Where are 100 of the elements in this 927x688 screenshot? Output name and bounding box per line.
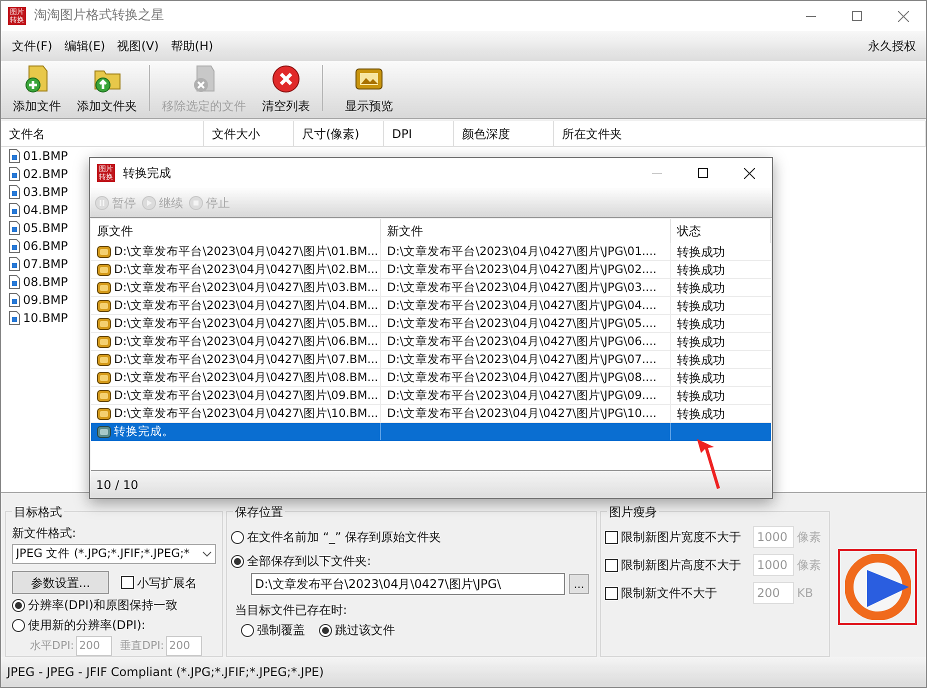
clear-icon [270, 63, 302, 95]
result-row[interactable]: D:\文章发布平台\2023\04月\0427\图片\04.BM... D:\文章发布平台\2023\04月\0427\图片\JPG\04.... 转换成功 [91, 297, 771, 315]
menu-item[interactable]: 帮助(H) [164, 37, 220, 55]
image-file-icon [9, 239, 20, 253]
image-file-icon [9, 167, 20, 181]
result-row[interactable]: D:\文章发布平台\2023\04月\0427\图片\02.BM... D:\文章发布平台\2023\04月\0427\图片\JPG\02.... 转换成功 [91, 261, 771, 279]
radio-label: 强制覆盖 [257, 622, 305, 639]
radio-button[interactable] [241, 624, 254, 636]
result-row[interactable]: D:\文章发布平台\2023\04月\0427\图片\06.BM... D:\文章发布平台\2023\04月\0427\图片\JPG\06.... 转换成功 [91, 333, 771, 351]
result-row[interactable]: D:\文章发布平台\2023\04月\0427\图片\05.BM... D:\文章发布平台\2023\04月\0427\图片\JPG\05.... 转换成功 [91, 315, 771, 333]
column-header[interactable]: 尺寸(像素) [294, 121, 384, 146]
field-label: 新文件格式: [12, 525, 78, 542]
column-header[interactable]: 文件名 [1, 121, 204, 146]
table-cell: 转换成功 [677, 334, 725, 348]
toolbar-button[interactable]: 添加文件 [5, 63, 69, 115]
file-status-icon [97, 264, 111, 276]
unit-label: 像素 [797, 557, 821, 574]
checkbox[interactable] [121, 576, 134, 589]
license-label: 永久授权 [868, 38, 917, 55]
table-cell-text: 03.BMP [23, 184, 68, 201]
toolbar-button[interactable]: 清空列表 [254, 63, 318, 115]
start-button[interactable] [844, 554, 910, 620]
image-file-icon [9, 257, 20, 271]
table-cell: 转换成功 [677, 244, 725, 258]
table-cell-text: D:\文章发布平台\2023\04月\0427\图片\JPG\02.... [387, 260, 657, 278]
stop-icon [189, 196, 203, 210]
table-cell-text: D:\文章发布平台\2023\04月\0427\图片\JPG\10.... [387, 404, 657, 422]
table-cell-text: D:\文章发布平台\2023\04月\0427\图片\10.BM... [114, 404, 378, 422]
checkbox-label: 限制新图片宽度不大于 [621, 529, 741, 546]
field-label: 水平DPI: [30, 638, 74, 654]
field-label: 垂直DPI: [120, 638, 164, 654]
column-header[interactable]: DPI [384, 121, 454, 146]
radio-button[interactable] [231, 530, 244, 544]
close-icon [898, 10, 908, 22]
column-header[interactable]: 新文件 [381, 219, 671, 243]
result-row[interactable]: 转换完成。 [91, 423, 771, 441]
checkbox[interactable] [605, 558, 618, 572]
result-row[interactable]: D:\文章发布平台\2023\04月\0427\图片\01.BM... D:\文章发布平台\2023\04月\0427\图片\JPG\01.... 转换成功 [91, 243, 771, 261]
radio-button[interactable] [12, 598, 25, 612]
image-file-icon [9, 293, 20, 307]
table-cell: 转换成功 [677, 388, 725, 402]
checkbox-label: 小写扩展名 [137, 574, 197, 592]
folder-field[interactable]: D:\文章发布平台\2023\04月\0427\图片\JPG\ [251, 573, 565, 595]
radio-label: 使用新的分辨率(DPI): [28, 617, 146, 634]
radio-label: 跳过该文件 [335, 622, 395, 639]
checkbox[interactable] [605, 586, 618, 600]
file-status-icon [97, 390, 111, 402]
image-file-icon [9, 275, 20, 289]
play-icon [844, 554, 910, 620]
menu-item[interactable]: 视图(V) [111, 37, 165, 55]
menu-item[interactable]: 编辑(E) [58, 37, 112, 55]
table-cell: 转换成功 [677, 262, 725, 276]
result-row[interactable]: D:\文章发布平台\2023\04月\0427\图片\07.BM... D:\文章发布平台\2023\04月\0427\图片\JPG\07.... 转换成功 [91, 351, 771, 369]
table-cell-text: D:\文章发布平台\2023\04月\0427\图片\JPG\06.... [387, 332, 657, 350]
checkbox-label: 限制新图片高度不大于 [621, 557, 741, 574]
column-header[interactable]: 颜色深度 [454, 121, 554, 146]
checkbox[interactable] [605, 530, 618, 544]
field-label: 当目标文件已存在时: [235, 602, 348, 619]
dialog-title: 转换完成 [123, 165, 171, 182]
table-cell-text: D:\文章发布平台\2023\04月\0427\图片\02.BM... [114, 260, 378, 278]
table-cell-text: 05.BMP [23, 220, 68, 237]
info-status-icon [97, 426, 111, 438]
table-cell-text: D:\文章发布平台\2023\04月\0427\图片\01.BM... [114, 242, 378, 260]
menu-item[interactable]: 文件(F) [6, 37, 58, 55]
table-cell-text: 06.BMP [23, 238, 68, 255]
table-cell-text: D:\文章发布平台\2023\04月\0427\图片\JPG\05.... [387, 314, 657, 332]
result-row[interactable]: D:\文章发布平台\2023\04月\0427\图片\03.BM... D:\文章发布平台\2023\04月\0427\图片\JPG\03.... 转换成功 [91, 279, 771, 297]
toolbar-button[interactable]: 显示预览 [327, 63, 411, 115]
table-cell: 转换成功 [677, 316, 725, 330]
table-cell: 转换成功 [677, 352, 725, 366]
image-file-icon [9, 185, 20, 199]
group-title: 目标格式 [12, 503, 64, 521]
column-header[interactable]: 所在文件夹 [554, 121, 926, 146]
result-row[interactable]: D:\文章发布平台\2023\04月\0427\图片\08.BM... D:\文章发布平台\2023\04月\0427\图片\JPG\08.... 转换成功 [91, 369, 771, 387]
file-status-icon [97, 336, 111, 348]
result-row[interactable]: D:\文章发布平台\2023\04月\0427\图片\09.BM... D:\文章发布平台\2023\04月\0427\图片\JPG\09.... 转换成功 [91, 387, 771, 405]
table-cell-text: 08.BMP [23, 274, 68, 291]
table-cell-text: D:\文章发布平台\2023\04月\0427\图片\09.BM... [114, 386, 378, 404]
settings-button[interactable]: 参数设置... [12, 571, 109, 594]
column-header[interactable]: 文件大小 [204, 121, 294, 146]
image-file-icon [9, 149, 20, 163]
toolbar-button[interactable]: 添加文件夹 [69, 63, 145, 115]
table-cell-text: D:\文章发布平台\2023\04月\0427\图片\03.BM... [114, 278, 378, 296]
group-title: 保存位置 [233, 503, 285, 521]
table-cell-text: 01.BMP [23, 148, 68, 165]
radio-button[interactable] [12, 618, 25, 632]
browse-button[interactable]: ... [569, 574, 589, 594]
column-header[interactable]: 状态 [671, 219, 771, 243]
table-cell: 转换成功 [677, 298, 725, 312]
radio-button[interactable] [231, 554, 244, 568]
column-header[interactable]: 原文件 [91, 219, 381, 243]
table-cell-text: 02.BMP [23, 166, 68, 183]
table-cell-text: D:\文章发布平台\2023\04月\0427\图片\07.BM... [114, 350, 378, 368]
image-file-icon [9, 311, 20, 325]
image-file-icon [9, 221, 20, 235]
table-cell-text: D:\文章发布平台\2023\04月\0427\图片\JPG\03.... [387, 278, 657, 296]
radio-button[interactable] [319, 624, 332, 636]
table-cell-text: 07.BMP [23, 256, 68, 273]
file-status-icon [97, 354, 111, 366]
pause-icon [95, 196, 109, 210]
